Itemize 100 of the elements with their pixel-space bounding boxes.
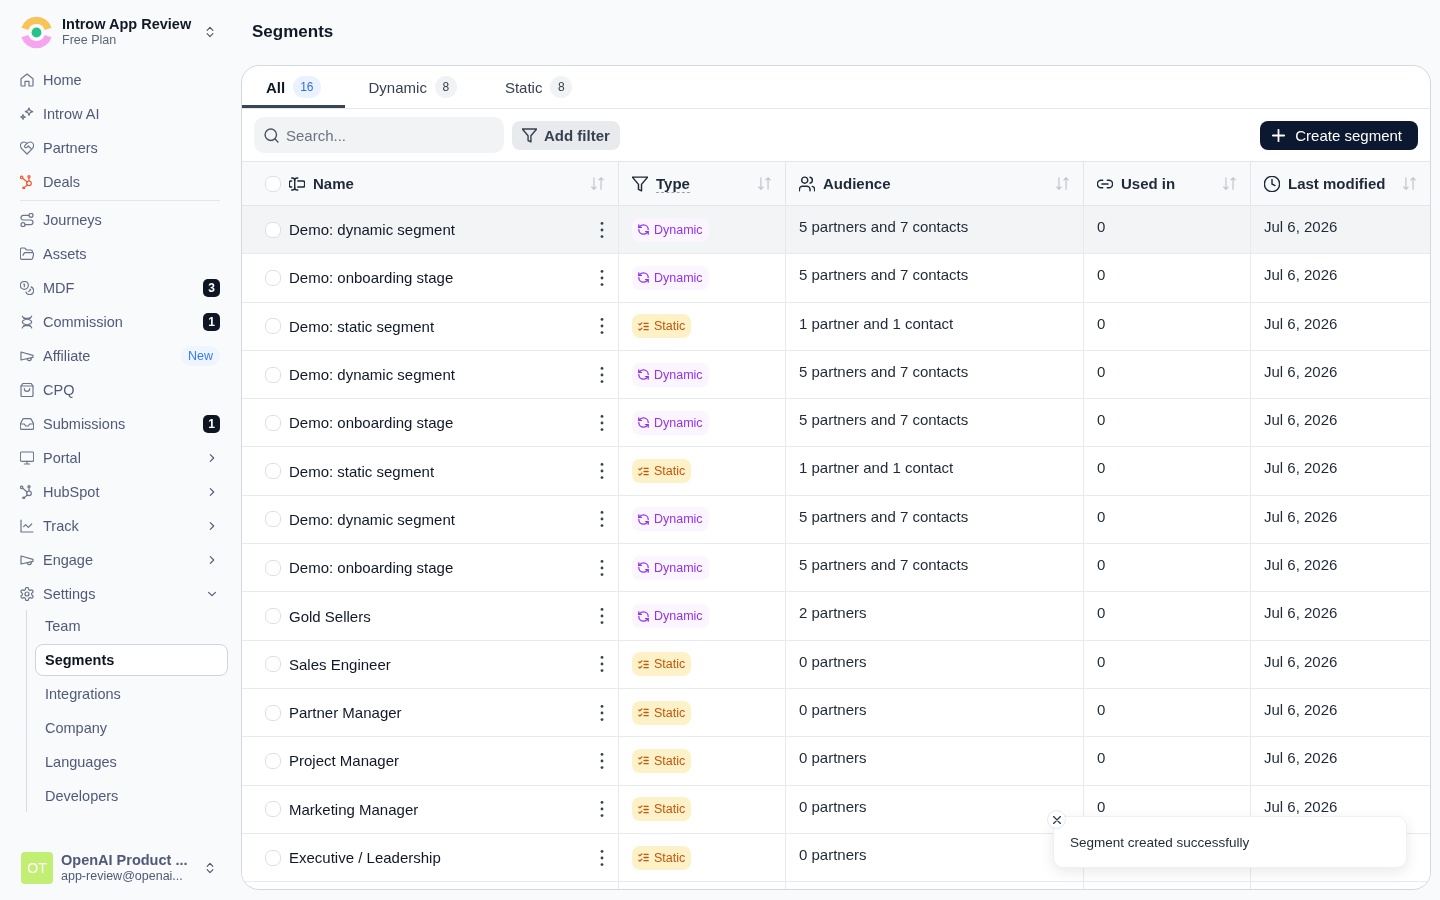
search-field[interactable]: Search... — [254, 117, 504, 153]
checkbox[interactable] — [265, 656, 281, 673]
checkbox[interactable] — [265, 801, 281, 818]
megaphone-icon — [20, 553, 34, 567]
nav-item[interactable]: CPQ — [12, 373, 228, 407]
kebab-icon[interactable] — [600, 608, 604, 624]
segment-name: Demo: dynamic segment — [289, 221, 455, 239]
table-cell: 2 partners — [799, 604, 867, 622]
create-segment-button[interactable]: Create segment — [1260, 120, 1418, 150]
nav-item[interactable]: Track — [12, 509, 228, 543]
chevrons-icon[interactable] — [204, 862, 216, 874]
nav-item[interactable]: MDF 3 — [12, 271, 228, 305]
kebab-icon[interactable] — [600, 849, 604, 866]
nav-item[interactable]: Affiliate New — [12, 339, 228, 373]
checkbox[interactable] — [265, 511, 281, 528]
nav-item[interactable]: Integrations — [35, 678, 228, 710]
table-cell: 0 partners — [799, 797, 867, 815]
table-cell: Jul 6, 2026 — [1264, 507, 1338, 525]
folder-icon — [20, 247, 34, 261]
column-header[interactable]: Type — [619, 162, 786, 205]
add-filter-button[interactable]: Add filter — [512, 120, 620, 150]
table-cell: 0 — [1097, 362, 1106, 380]
checkbox[interactable] — [265, 608, 281, 624]
table-row[interactable]: Demo: onboarding stage Dynamic 5 partners and 7 contacts 0 Jul 6, 2026 — [242, 254, 1430, 303]
nav-item[interactable]: Developers — [35, 780, 228, 812]
table-cell: 0 — [1097, 556, 1106, 574]
table-row[interactable]: Demo: static segment Static 1 partner and 1 contact 0 Jul 6, 2026 — [242, 302, 1430, 351]
tab[interactable]: All 16 — [242, 66, 345, 108]
table-cell: Jul 6, 2026 — [1264, 652, 1338, 670]
kebab-icon[interactable] — [600, 269, 604, 286]
checkbox[interactable] — [265, 318, 281, 335]
nav-item[interactable]: Introw AI — [12, 97, 228, 131]
table-row[interactable]: Demo: static segment Static 1 partner and 1 contact 0 Jul 6, 2026 — [242, 447, 1430, 496]
tab[interactable]: Static 8 — [480, 66, 597, 108]
nav-item[interactable]: Submissions 1 — [12, 407, 228, 441]
bag-icon — [20, 383, 34, 397]
table-row[interactable]: Demo: onboarding stage Dynamic 5 partners and 7 contacts 0 Jul 6, 2026 — [242, 544, 1430, 593]
kebab-icon[interactable] — [600, 414, 604, 431]
kebab-icon[interactable] — [600, 752, 604, 769]
table-cell: 0 — [1097, 797, 1106, 815]
segment-name: Executive / Leadership — [289, 849, 441, 866]
segment-name: Demo: static segment — [289, 317, 435, 335]
chevrons-icon[interactable] — [204, 26, 216, 38]
type-label: Dynamic — [654, 560, 703, 575]
clock-icon — [1264, 175, 1280, 192]
column-header[interactable]: Audience — [786, 162, 1084, 205]
nav-item[interactable]: Partners — [12, 131, 228, 165]
nav-item[interactable]: Deals — [12, 165, 228, 199]
nav-item[interactable]: Company — [35, 712, 228, 744]
nav-item[interactable]: Segments — [35, 644, 228, 676]
count-badge: 8 — [434, 76, 457, 98]
table-row[interactable]: Demo: dynamic segment Dynamic 5 partners and 7 contacts 0 Jul 6, 2026 — [242, 206, 1430, 255]
checkbox[interactable] — [265, 463, 281, 480]
kebab-icon[interactable] — [600, 366, 604, 383]
table-row[interactable]: Demo: dynamic segment Dynamic 5 partners and 7 contacts 0 Jul 6, 2026 — [242, 350, 1430, 400]
table-row[interactable]: Project Manager Static 0 partners 0 Jul 6, 2026 — [242, 737, 1430, 786]
table-row[interactable]: Demo: dynamic segment Dynamic 5 partners and 7 contacts 0 Jul 6, 2026 — [242, 495, 1430, 545]
checkbox[interactable] — [265, 221, 281, 238]
table-cell: 0 partners — [799, 700, 867, 718]
kebab-icon[interactable] — [600, 221, 604, 238]
checkbox[interactable] — [265, 752, 281, 769]
kebab-icon[interactable] — [600, 704, 604, 721]
table-row[interactable]: Gold Sellers Dynamic 2 partners 0 Jul 6, 2026 — [242, 592, 1430, 641]
checkbox[interactable] — [265, 704, 281, 721]
nav-item[interactable]: Portal — [12, 441, 228, 475]
nav-item[interactable]: HubSpot — [12, 475, 228, 509]
checkbox[interactable] — [265, 559, 281, 576]
nav-item[interactable]: Commission 1 — [12, 305, 228, 339]
kebab-icon[interactable] — [600, 511, 604, 528]
nav-item[interactable]: Assets — [12, 237, 228, 271]
refresh-icon — [638, 513, 649, 525]
kebab-icon[interactable] — [600, 801, 604, 818]
segment-name: Demo: dynamic segment — [289, 366, 455, 384]
tab[interactable]: Dynamic 8 — [344, 66, 481, 108]
kebab-icon[interactable] — [600, 656, 604, 673]
kebab-icon[interactable] — [600, 463, 604, 480]
nav-item[interactable]: Journeys — [12, 203, 228, 237]
nav-item[interactable]: Engage — [12, 543, 228, 577]
column-header[interactable]: Name — [242, 162, 619, 205]
kebab-icon[interactable] — [600, 318, 604, 335]
checkbox[interactable] — [265, 849, 281, 866]
table-row[interactable]: Demo: onboarding stage Dynamic 5 partners and 7 contacts 0 Jul 6, 2026 — [242, 399, 1430, 448]
kebab-icon[interactable] — [600, 559, 604, 576]
segment-name: Gold Sellers — [289, 607, 371, 625]
type-label: Static — [654, 657, 686, 672]
nav-item[interactable]: Settings — [12, 577, 228, 611]
segment-name: Demo: onboarding stage — [289, 559, 454, 577]
table-row[interactable]: Sales Engineer Static 0 partners 0 Jul 6, 2026 — [242, 640, 1430, 689]
nav-item[interactable]: Languages — [35, 746, 228, 778]
nav-item[interactable]: Home — [12, 63, 228, 97]
table-cell: 0 — [1097, 507, 1106, 525]
checkbox[interactable] — [265, 366, 281, 383]
checkbox[interactable] — [265, 175, 281, 192]
column-header[interactable]: Used in — [1084, 162, 1251, 205]
column-header[interactable]: Last modified — [1251, 162, 1430, 205]
nav-item[interactable]: Team — [35, 610, 228, 642]
checkbox[interactable] — [265, 269, 281, 286]
text-cursor-icon — [289, 175, 305, 192]
checkbox[interactable] — [265, 414, 281, 431]
table-row[interactable]: Partner Manager Static 0 partners 0 Jul 6, 2026 — [242, 688, 1430, 738]
